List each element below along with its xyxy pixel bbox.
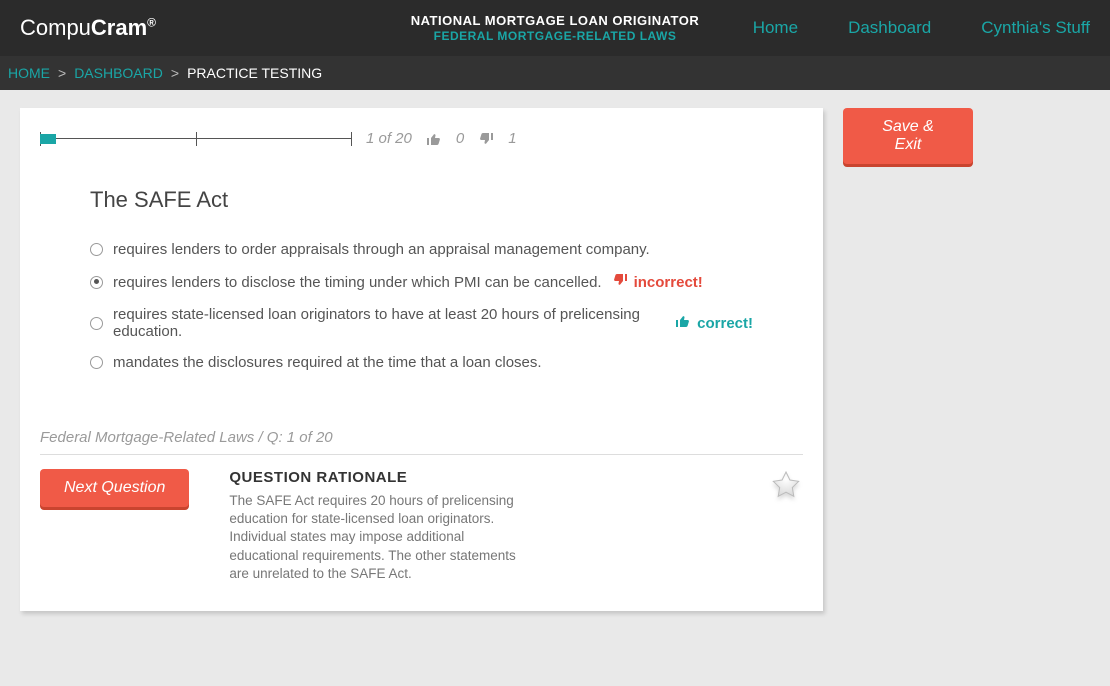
answer-text: mandates the disclosures required at the… — [113, 354, 542, 371]
crumb-home[interactable]: HOME — [8, 65, 50, 81]
top-nav: Home Dashboard Cynthia's Stuff — [753, 18, 1090, 38]
crumb-sep: > — [58, 65, 66, 81]
brand-thin: Compu — [20, 15, 91, 40]
result-tag-correct: correct! — [675, 313, 753, 333]
crumb-dashboard[interactable]: DASHBOARD — [74, 65, 163, 81]
breadcrumb: HOME > DASHBOARD > PRACTICE TESTING — [0, 56, 1110, 90]
radio-icon — [90, 243, 103, 256]
rationale-heading: QUESTION RATIONALE — [229, 469, 529, 486]
thumbs-up-icon — [675, 313, 691, 333]
question-wrap: The SAFE Act requires lenders to order a… — [40, 147, 803, 381]
thumbs-down-icon — [478, 131, 494, 147]
answer-option[interactable]: requires state-licensed loan originators… — [90, 306, 753, 340]
answer-text: requires lenders to order appraisals thr… — [113, 241, 650, 258]
question-title: The SAFE Act — [90, 187, 753, 213]
progress-tick-mid — [196, 132, 197, 146]
nav-dashboard[interactable]: Dashboard — [848, 18, 931, 38]
radio-icon — [90, 356, 103, 369]
progress-counter: 1 of 20 — [366, 130, 412, 147]
top-bar: CompuCram® NATIONAL MORTGAGE LOAN ORIGIN… — [0, 0, 1110, 56]
brand-bold: Cram — [91, 15, 147, 40]
progress-row: 1 of 20 0 1 — [40, 130, 803, 147]
answer-option[interactable]: requires lenders to disclose the timing … — [90, 272, 753, 292]
page-body: 1 of 20 0 1 The SAFE Act requires lender… — [0, 90, 1110, 629]
result-label: incorrect! — [634, 274, 703, 291]
progress-fill — [40, 134, 56, 144]
card-footer: Next Question QUESTION RATIONALE The SAF… — [40, 469, 803, 583]
rationale-body: The SAFE Act requires 20 hours of prelic… — [229, 492, 529, 583]
thumbs-up-icon — [426, 131, 442, 147]
save-exit-button[interactable]: Save & Exit — [843, 108, 973, 164]
answer-text: requires lenders to disclose the timing … — [113, 274, 602, 291]
radio-icon — [90, 317, 103, 330]
answer-option[interactable]: requires lenders to order appraisals thr… — [90, 241, 753, 258]
divider — [40, 454, 803, 455]
crumb-sep: > — [171, 65, 179, 81]
brand-registered: ® — [147, 16, 156, 30]
thumbs-up-count: 0 — [456, 130, 464, 147]
crumb-current: PRACTICE TESTING — [187, 65, 322, 81]
question-card: 1 of 20 0 1 The SAFE Act requires lender… — [20, 108, 823, 611]
thumbs-down-count: 1 — [508, 130, 516, 147]
nav-user-menu[interactable]: Cynthia's Stuff — [981, 18, 1090, 38]
progress-tick-end — [351, 132, 352, 146]
result-tag-incorrect: incorrect! — [612, 272, 703, 292]
rationale: QUESTION RATIONALE The SAFE Act requires… — [229, 469, 529, 583]
program-line1: NATIONAL MORTGAGE LOAN ORIGINATOR — [411, 13, 700, 29]
program-line2: FEDERAL MORTGAGE-RELATED LAWS — [411, 29, 700, 43]
answer-text: requires state-licensed loan originators… — [113, 306, 665, 340]
favorite-star-button[interactable] — [769, 469, 803, 503]
program-title: NATIONAL MORTGAGE LOAN ORIGINATOR FEDERA… — [411, 13, 700, 43]
nav-home[interactable]: Home — [753, 18, 798, 38]
side-column: Save & Exit — [843, 108, 1063, 164]
question-subline: Federal Mortgage-Related Laws / Q: 1 of … — [40, 429, 803, 446]
progress-bar — [40, 132, 352, 146]
radio-icon — [90, 276, 103, 289]
answer-option[interactable]: mandates the disclosures required at the… — [90, 354, 753, 371]
next-question-button[interactable]: Next Question — [40, 469, 189, 507]
brand-logo: CompuCram® — [20, 15, 156, 41]
answers-list: requires lenders to order appraisals thr… — [90, 241, 753, 371]
result-label: correct! — [697, 315, 753, 332]
thumbs-down-icon — [612, 272, 628, 292]
